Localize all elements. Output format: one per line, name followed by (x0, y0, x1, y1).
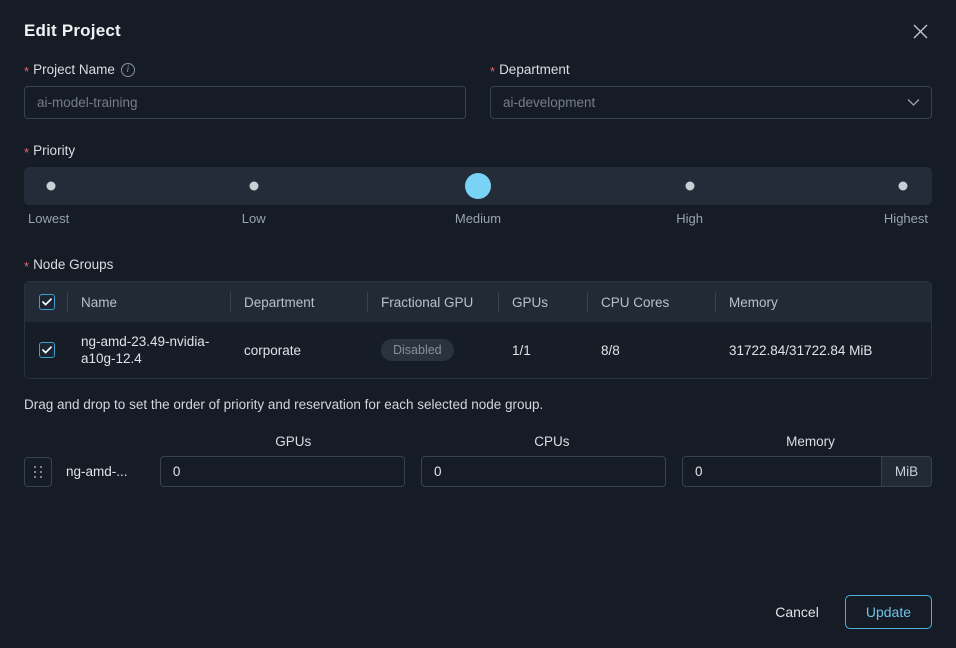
reservation-header-row: GPUs CPUs Memory (24, 434, 932, 449)
column-header-gpus[interactable]: GPUs (498, 295, 587, 310)
priority-label-text: Priority (33, 143, 75, 159)
node-groups-table: Name Department Fractional GPU GPUs CPU … (24, 281, 932, 379)
update-button[interactable]: Update (845, 595, 932, 629)
drag-dots (34, 466, 42, 478)
priority-dot-lowest[interactable] (47, 182, 56, 191)
cancel-button[interactable]: Cancel (771, 598, 823, 626)
page-title: Edit Project (24, 21, 121, 41)
cell-department: corporate (230, 343, 367, 358)
row-select-cell (25, 342, 67, 358)
priority-label-medium: Medium (455, 211, 501, 226)
reservation-header-gap-2 (673, 434, 689, 449)
project-name-field-group: * Project Name i (24, 62, 466, 119)
project-name-label: * Project Name i (24, 62, 466, 78)
node-groups-label-text: Node Groups (33, 257, 113, 273)
table-row: ng-amd-23.49-nvidia-a10g-12.4 corporate … (25, 322, 931, 378)
reservation-header-gpus: GPUs (172, 434, 415, 449)
close-icon[interactable] (904, 15, 936, 47)
priority-dot-highest[interactable] (898, 182, 907, 191)
cell-fractional-gpu: Disabled (367, 339, 498, 361)
row-checkbox[interactable] (39, 342, 55, 358)
table-header-row: Name Department Fractional GPU GPUs CPU … (25, 282, 931, 322)
project-name-label-text: Project Name (33, 62, 115, 78)
info-icon[interactable]: i (121, 63, 135, 77)
drag-drop-instruction: Drag and drop to set the order of priori… (24, 397, 932, 412)
cell-name: ng-amd-23.49-nvidia-a10g-12.4 (67, 333, 230, 367)
column-header-memory[interactable]: Memory (715, 295, 931, 310)
reservation-row: ng-amd-... MiB (24, 456, 932, 487)
department-select-wrapper (490, 86, 932, 119)
reservation-header-spacer (24, 434, 172, 449)
priority-label: * Priority (24, 143, 932, 159)
dialog-footer: Cancel Update (771, 595, 932, 629)
cell-cpu-cores: 8/8 (587, 343, 715, 358)
priority-label-row: Lowest Low Medium High Highest (24, 211, 932, 231)
select-all-cell (25, 294, 67, 310)
priority-dot-low[interactable] (249, 182, 258, 191)
priority-dot-medium[interactable] (465, 173, 491, 199)
node-groups-label: * Node Groups (24, 257, 932, 273)
department-label-text: Department (499, 62, 570, 78)
edit-project-dialog: Edit Project * Project Name i * Departme… (0, 0, 956, 648)
cell-memory: 31722.84/31722.84 MiB (715, 343, 931, 358)
status-badge: Disabled (381, 339, 454, 361)
select-all-checkbox[interactable] (39, 294, 55, 310)
cell-gpus: 1/1 (498, 343, 587, 358)
priority-label-high: High (676, 211, 703, 226)
memory-input-group: MiB (682, 456, 932, 487)
reservation-header-cpus: CPUs (430, 434, 673, 449)
reservation-header-gap-1 (415, 434, 431, 449)
node-groups-section: * Node Groups Name Department Fractional… (24, 257, 932, 379)
required-asterisk: * (490, 67, 495, 77)
department-label: * Department (490, 62, 932, 78)
priority-slider[interactable] (24, 167, 932, 205)
drag-handle-icon[interactable] (24, 457, 52, 487)
node-group-name: ng-amd-23.49-nvidia-a10g-12.4 (81, 333, 216, 367)
column-header-fractional-gpu[interactable]: Fractional GPU (367, 295, 498, 310)
priority-label-highest: Highest (884, 211, 928, 226)
project-name-input[interactable] (24, 86, 466, 119)
required-asterisk: * (24, 262, 29, 272)
priority-label-low: Low (242, 211, 266, 226)
priority-dot-high[interactable] (685, 182, 694, 191)
department-field-group: * Department (490, 62, 932, 119)
gpus-input[interactable] (160, 456, 405, 487)
priority-section: * Priority Lowest Low Medium High Highes… (24, 143, 932, 231)
cpus-input[interactable] (421, 456, 666, 487)
reservation-node-name: ng-amd-... (52, 464, 160, 479)
department-select[interactable] (490, 86, 932, 119)
reservation-header-memory: Memory (689, 434, 932, 449)
memory-unit-label: MiB (881, 456, 932, 487)
column-header-cpu-cores[interactable]: CPU Cores (587, 295, 715, 310)
column-header-name[interactable]: Name (67, 295, 230, 310)
required-asterisk: * (24, 148, 29, 158)
identity-fields-row: * Project Name i * Department (24, 62, 932, 119)
priority-label-lowest: Lowest (28, 211, 69, 226)
dialog-header: Edit Project (24, 0, 932, 62)
memory-input[interactable] (682, 456, 881, 487)
required-asterisk: * (24, 67, 29, 77)
column-header-department[interactable]: Department (230, 295, 367, 310)
